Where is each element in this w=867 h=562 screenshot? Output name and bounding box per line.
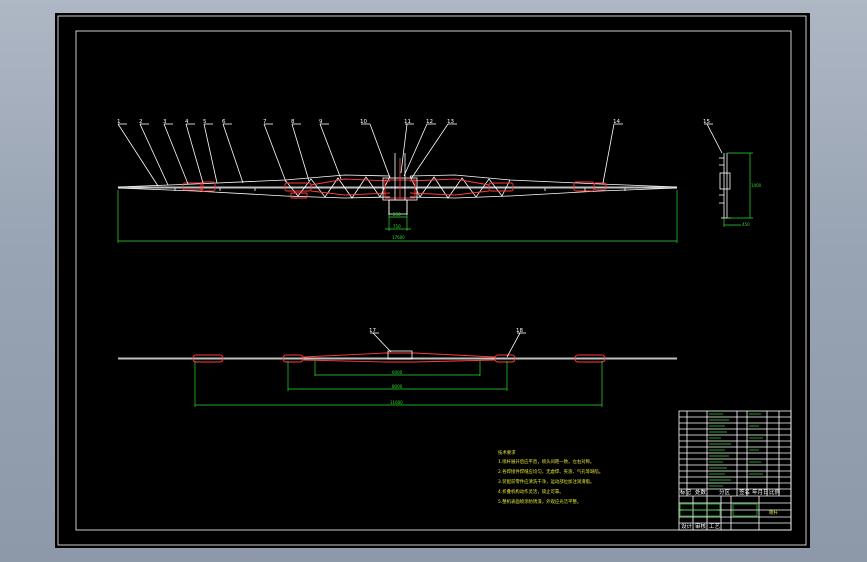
balloon-17: 17: [369, 328, 376, 334]
balloon-11: 11: [404, 119, 411, 125]
assembly-drawing: 1 2 3 4 5 6 7 8 9 10 11 12 13 14 17600 2…: [57, 15, 807, 546]
footer-label-6: 比例: [769, 488, 781, 496]
drawing-name: 喷杆: [769, 509, 778, 516]
balloon-12: 12: [426, 119, 433, 125]
outer-sheet-border: [57, 15, 807, 546]
balloon-1: 1: [117, 119, 121, 125]
dim-side-height: 1400: [751, 183, 762, 188]
bottom-label-2: 审核: [695, 522, 707, 530]
dim-lower-inner: 6000: [392, 370, 403, 375]
footer-label-4: 签名: [739, 488, 750, 496]
side-view: 15 1400 450: [703, 119, 762, 227]
balloon-13: 13: [447, 119, 454, 125]
notes-line-3: 3.装配前零件应清洗干净，运动部位加注润滑脂。: [498, 478, 594, 485]
dim-lower-mid: 8000: [392, 384, 403, 389]
balloon-4: 4: [185, 119, 189, 125]
technical-notes: 技术要求 1.喷杆展开后应平直，喷头间距一致，左右对称。 2.各焊接件焊缝应均匀…: [498, 449, 603, 505]
notes-title: 技术要求: [498, 449, 516, 456]
balloon-7: 7: [263, 119, 267, 125]
balloon-10: 10: [360, 119, 367, 125]
footer-label-1: 标记: [680, 488, 692, 496]
dim-lower-overall: 11600: [390, 400, 403, 405]
bottom-label-3: 工艺: [709, 523, 721, 530]
balloon-15: 15: [703, 119, 710, 125]
notes-line-4: 4.折叠机构动作灵活，锁止可靠。: [498, 488, 564, 495]
balloon-3: 3: [163, 119, 167, 125]
balloon-6: 6: [222, 119, 226, 125]
balloon-9: 9: [319, 119, 323, 125]
notes-line-1: 1.喷杆展开后应平直，喷头间距一致，左右对称。: [498, 458, 594, 465]
dim-upper-overall: 17600: [392, 235, 405, 240]
dim-side-base: 450: [742, 222, 750, 227]
balloon-18: 18: [516, 328, 523, 334]
lower-boom-view: 17 18: [118, 328, 677, 363]
dim-upper-center-2: 750: [393, 224, 401, 229]
balloon-5: 5: [203, 119, 207, 125]
cad-viewport[interactable]: 1 2 3 4 5 6 7 8 9 10 11 12 13 14 17600 2…: [55, 13, 810, 548]
bottom-label-1: 设计: [681, 522, 693, 530]
dim-upper-center-1: 250: [393, 212, 401, 217]
inner-sheet-border: [75, 30, 792, 531]
balloon-14: 14: [613, 119, 620, 125]
lower-dimensions: 6000 8000 11600: [194, 361, 603, 407]
notes-line-2: 2.各焊接件焊缝应均匀，无虚焊、夹渣、气孔等缺陷。: [498, 468, 603, 475]
upper-boom-view: [117, 153, 678, 215]
footer-label-3: 分区: [719, 488, 731, 496]
notes-line-5: 5.整机表面喷涂防锈漆，外观应光洁平整。: [498, 498, 581, 505]
title-block: 标记 处数 分区 签名 年月日 比例 喷杆 设计 审核 工艺: [678, 410, 792, 531]
balloon-2: 2: [139, 119, 143, 125]
footer-label-5: 年月日: [752, 488, 769, 496]
balloon-8: 8: [291, 119, 295, 125]
footer-label-2: 处数: [695, 488, 707, 496]
